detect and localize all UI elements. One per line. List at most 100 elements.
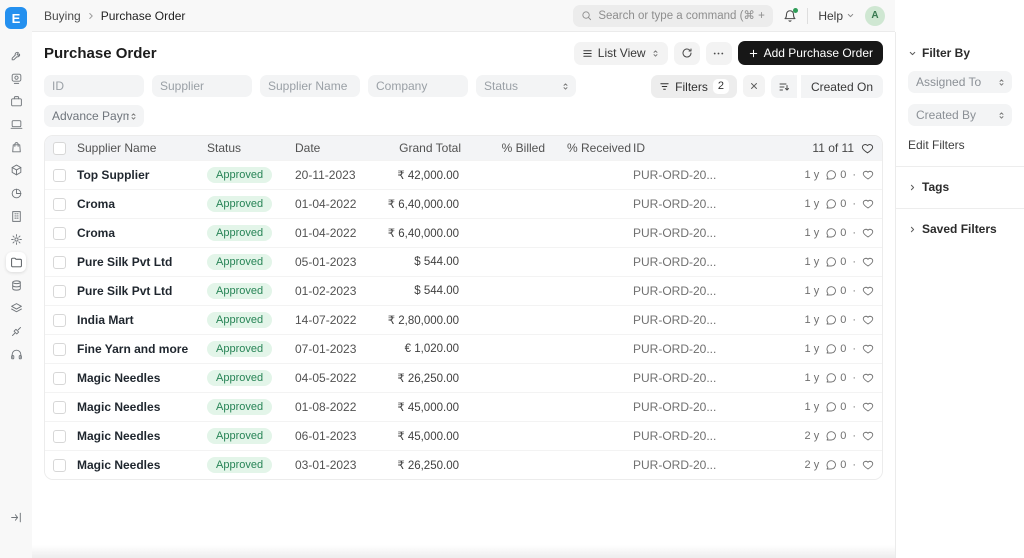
comments-indicator[interactable]: 0 [825,256,846,268]
pie-chart-icon[interactable] [6,183,26,203]
document-id-cell[interactable]: PUR-ORD-20... [631,342,799,356]
database-icon[interactable] [6,275,26,295]
header-grand-total[interactable]: Grand Total [385,141,461,155]
search-input[interactable] [598,10,765,22]
row-checkbox[interactable] [53,198,66,211]
filter-supplier-name-input[interactable] [260,75,360,97]
supplier-name-cell[interactable]: Magic Needles [77,371,207,385]
headphones-icon[interactable] [6,344,26,364]
layers-icon[interactable] [6,298,26,318]
filter-company-input[interactable] [368,75,468,97]
comments-indicator[interactable]: 0 [825,430,846,442]
header-status[interactable]: Status [207,141,295,155]
table-row[interactable]: Pure Silk Pvt Ltd Approved 01-02-2023 $ … [45,276,882,305]
heart-icon[interactable] [861,142,874,155]
filter-supplier-input[interactable] [152,75,252,97]
row-checkbox[interactable] [53,285,66,298]
table-row[interactable]: Croma Approved 01-04-2022 ₹ 6,40,000.00 … [45,189,882,218]
shopping-bag-icon[interactable] [6,137,26,157]
document-id-cell[interactable]: PUR-ORD-20... [631,429,799,443]
filter-advance-payment-select[interactable]: Advance Paym... [44,105,144,127]
document-id-cell[interactable]: PUR-ORD-20... [631,168,799,182]
filters-button[interactable]: Filters 2 [651,75,737,98]
heart-icon[interactable] [862,343,874,355]
supplier-name-cell[interactable]: Pure Silk Pvt Ltd [77,284,207,298]
row-checkbox[interactable] [53,401,66,414]
table-row[interactable]: Magic Needles Approved 04-05-2022 ₹ 26,2… [45,363,882,392]
table-row[interactable]: Magic Needles Approved 06-01-2023 ₹ 45,0… [45,421,882,450]
supplier-name-cell[interactable]: Magic Needles [77,429,207,443]
header-supplier-name[interactable]: Supplier Name [77,141,207,155]
comments-indicator[interactable]: 0 [825,314,846,326]
notifications-bell-icon[interactable] [783,9,797,23]
table-row[interactable]: India Mart Approved 14-07-2022 ₹ 2,80,00… [45,305,882,334]
more-options-button[interactable] [706,42,732,65]
filter-by-section-toggle[interactable]: Filter By [908,46,1012,60]
edit-filters-link[interactable]: Edit Filters [908,138,1012,152]
row-checkbox[interactable] [53,256,66,269]
header-date[interactable]: Date [295,141,385,155]
row-checkbox[interactable] [53,372,66,385]
heart-icon[interactable] [862,198,874,210]
gear-icon[interactable] [6,229,26,249]
global-search[interactable] [573,5,773,27]
document-id-cell[interactable]: PUR-ORD-20... [631,400,799,414]
avatar[interactable]: A [865,6,885,26]
building-icon[interactable] [6,206,26,226]
document-id-cell[interactable]: PUR-ORD-20... [631,371,799,385]
add-purchase-order-button[interactable]: Add Purchase Order [738,41,883,65]
tools-icon[interactable] [6,45,26,65]
row-checkbox[interactable] [53,430,66,443]
document-id-cell[interactable]: PUR-ORD-20... [631,284,799,298]
saved-filters-section-toggle[interactable]: Saved Filters [908,222,1012,236]
supplier-name-cell[interactable]: Croma [77,197,207,211]
supplier-name-cell[interactable]: Croma [77,226,207,240]
row-checkbox[interactable] [53,459,66,472]
table-row[interactable]: Fine Yarn and more Approved 07-01-2023 €… [45,334,882,363]
table-row[interactable]: Magic Needles Approved 01-08-2022 ₹ 45,0… [45,392,882,421]
header-percent-received[interactable]: % Received [545,141,631,155]
document-id-cell[interactable]: PUR-ORD-20... [631,197,799,211]
supplier-name-cell[interactable]: Magic Needles [77,400,207,414]
comments-indicator[interactable]: 0 [825,198,846,210]
supplier-name-cell[interactable]: India Mart [77,313,207,327]
heart-icon[interactable] [862,285,874,297]
folder-icon[interactable] [6,252,26,272]
document-id-cell[interactable]: PUR-ORD-20... [631,458,799,472]
document-id-cell[interactable]: PUR-ORD-20... [631,255,799,269]
row-checkbox[interactable] [53,169,66,182]
cube-icon[interactable] [6,160,26,180]
plug-icon[interactable] [6,321,26,341]
filter-status-select[interactable]: Status [476,75,576,97]
table-row[interactable]: Pure Silk Pvt Ltd Approved 05-01-2023 $ … [45,247,882,276]
webcam-icon[interactable] [6,68,26,88]
view-switcher-button[interactable]: List View [574,42,668,65]
supplier-name-cell[interactable]: Top Supplier [77,168,207,182]
heart-icon[interactable] [862,314,874,326]
comments-indicator[interactable]: 0 [825,372,846,384]
refresh-button[interactable] [674,42,700,65]
table-row[interactable]: Croma Approved 01-04-2022 ₹ 6,40,000.00 … [45,218,882,247]
select-all-checkbox[interactable] [53,142,66,155]
erpnext-logo[interactable]: E [5,7,27,29]
heart-icon[interactable] [862,372,874,384]
sort-descending-icon[interactable] [771,75,797,98]
row-checkbox[interactable] [53,343,66,356]
table-row[interactable]: Magic Needles Approved 03-01-2023 ₹ 26,2… [45,450,882,479]
heart-icon[interactable] [862,169,874,181]
sort-field-button[interactable]: Created On [801,75,883,98]
comments-indicator[interactable]: 0 [825,401,846,413]
supplier-name-cell[interactable]: Pure Silk Pvt Ltd [77,255,207,269]
heart-icon[interactable] [862,459,874,471]
comments-indicator[interactable]: 0 [825,285,846,297]
created-by-select[interactable]: Created By [908,104,1012,126]
comments-indicator[interactable]: 0 [825,227,846,239]
help-menu[interactable]: Help [818,9,855,23]
heart-icon[interactable] [862,430,874,442]
comments-indicator[interactable]: 0 [825,459,846,471]
supplier-name-cell[interactable]: Magic Needles [77,458,207,472]
document-id-cell[interactable]: PUR-ORD-20... [631,226,799,240]
laptop-icon[interactable] [6,114,26,134]
filter-id-input[interactable] [44,75,144,97]
tags-section-toggle[interactable]: Tags [908,180,1012,194]
